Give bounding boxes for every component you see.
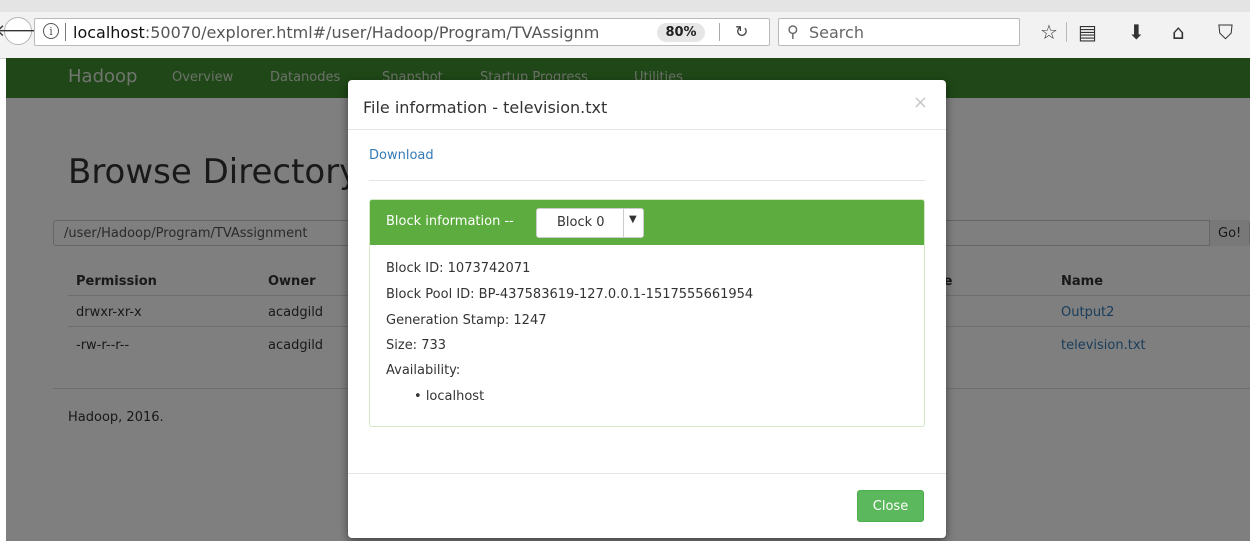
block-info-header: Block information -- Block 0 ▼ <box>370 200 924 245</box>
availability-label: Availability: <box>386 363 461 378</box>
file-information-modal: File information - television.txt × Down… <box>348 80 946 538</box>
modal-header-divider <box>348 129 946 130</box>
reading-list-icon[interactable]: ▤ <box>1078 20 1097 44</box>
modal-title: File information - television.txt <box>363 98 608 117</box>
search-placeholder: Search <box>809 23 864 42</box>
modal-footer-divider <box>348 473 946 474</box>
generation-stamp: Generation Stamp: 1247 <box>386 313 547 328</box>
availability-host: localhost <box>425 389 485 404</box>
availability-host-item: • localhost <box>414 389 485 404</box>
browser-search-box[interactable]: ⚲ Search <box>778 18 1020 46</box>
close-button[interactable]: Close <box>857 490 924 522</box>
dropdown-divider <box>623 209 624 237</box>
address-bar[interactable]: i localhost:50070/explorer.html#/user/Ha… <box>34 18 770 46</box>
block-select-value: Block 0 <box>557 215 605 230</box>
toolbar-separator <box>1066 22 1067 42</box>
zoom-level-badge[interactable]: 80% <box>657 23 705 42</box>
download-link[interactable]: Download <box>369 148 434 163</box>
url-path: :50070/explorer.html#/user/Hadoop/Progra… <box>144 23 600 42</box>
caret-down-icon: ▼ <box>629 214 637 225</box>
search-icon: ⚲ <box>787 22 799 41</box>
download-divider <box>369 180 925 181</box>
url-text[interactable]: localhost:50070/explorer.html#/user/Hado… <box>73 23 653 42</box>
block-pool-id: Block Pool ID: BP-437583619-127.0.0.1-15… <box>386 287 754 302</box>
url-host: localhost <box>73 23 145 42</box>
tab-strip <box>0 0 1250 12</box>
block-info-label: Block information -- <box>386 214 514 229</box>
download-arrow-icon[interactable]: ⬇ <box>1128 20 1145 44</box>
block-select-dropdown[interactable]: Block 0 ▼ <box>536 208 644 238</box>
url-separator-2 <box>719 23 720 41</box>
reload-icon[interactable]: ↻ <box>735 22 748 41</box>
close-icon[interactable]: × <box>913 92 928 113</box>
browser-toolbar: 🡐 i localhost:50070/explorer.html#/user/… <box>0 0 1250 59</box>
block-id: Block ID: 1073742071 <box>386 261 531 276</box>
bookmark-star-icon[interactable]: ☆ <box>1040 20 1058 44</box>
pocket-icon[interactable]: ⛉ <box>1218 20 1233 44</box>
home-icon[interactable]: ⌂ <box>1172 20 1185 44</box>
back-button[interactable]: 🡐 <box>0 17 41 45</box>
block-size: Size: 733 <box>386 338 447 353</box>
url-separator <box>65 23 66 41</box>
site-info-icon[interactable]: i <box>43 23 59 39</box>
block-info-panel: Block information -- Block 0 ▼ Block ID:… <box>369 199 925 427</box>
